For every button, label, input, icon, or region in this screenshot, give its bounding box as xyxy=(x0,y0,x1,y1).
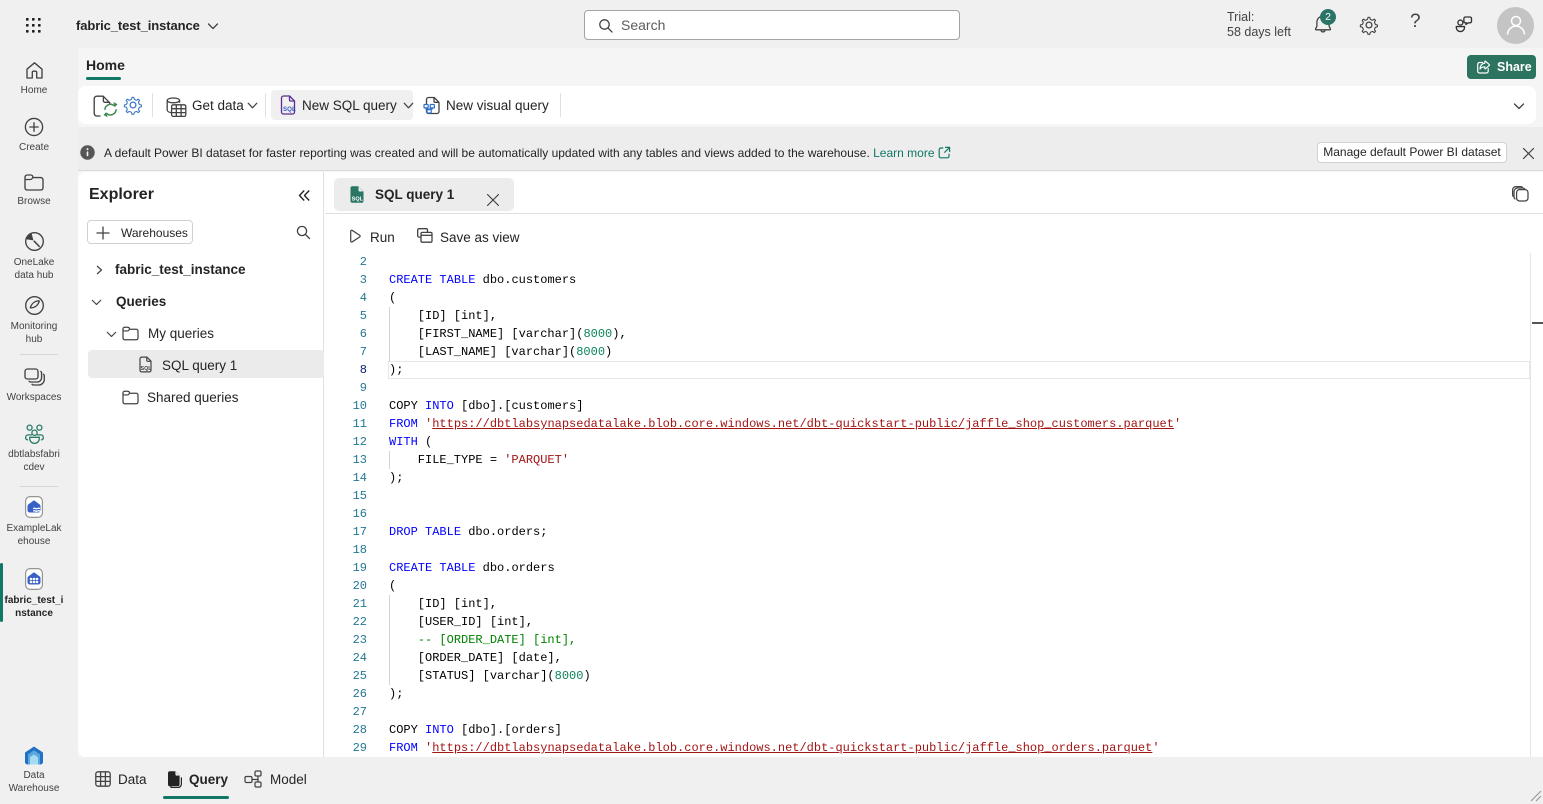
svg-text:SQL: SQL xyxy=(352,197,364,203)
svg-text:SQL: SQL xyxy=(283,106,296,113)
svg-text:SQL: SQL xyxy=(141,366,153,372)
